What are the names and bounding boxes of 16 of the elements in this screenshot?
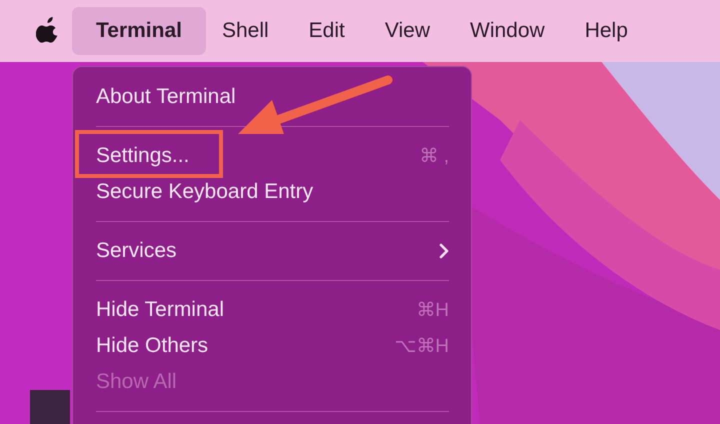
menu-title[interactable]: Terminal [72, 7, 206, 55]
apple-logo-icon[interactable] [36, 17, 60, 45]
menu-title[interactable]: Edit [296, 7, 357, 55]
menu-item[interactable]: Settings... [96, 144, 190, 168]
menu-title[interactable]: Shell [210, 7, 281, 55]
menu-item[interactable]: Hide Terminal [96, 298, 224, 322]
menu-title[interactable]: Window [458, 7, 557, 55]
menu-item[interactable]: Secure Keyboard Entry [96, 180, 314, 204]
shortcut-label: ⌘H [416, 299, 449, 322]
menu-item[interactable]: About Terminal [96, 85, 236, 109]
menu-title[interactable]: Help [572, 7, 640, 55]
menu-title[interactable]: View [372, 7, 442, 55]
shortcut-label: ⌘ , [419, 145, 449, 168]
menu-item[interactable]: Hide Others [96, 334, 208, 358]
shortcut-label: ⌥⌘H [394, 335, 449, 358]
menu-item[interactable]: Services [96, 239, 177, 263]
